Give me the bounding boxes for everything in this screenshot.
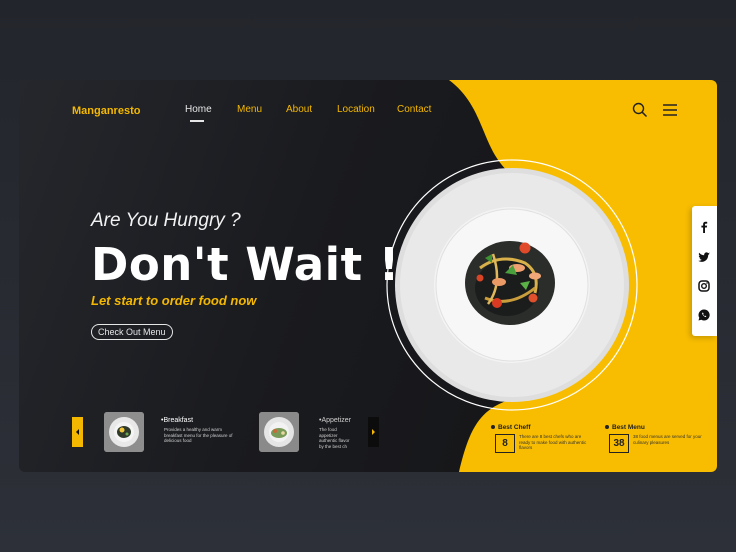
hero-eyebrow: Are You Hungry ? bbox=[91, 210, 241, 231]
bullet-icon bbox=[491, 425, 495, 429]
dish-thumbnail bbox=[259, 412, 299, 452]
nav-location[interactable]: Location bbox=[337, 104, 375, 115]
stat-value: 8 bbox=[495, 434, 515, 453]
nav-menu[interactable]: Menu bbox=[237, 104, 262, 115]
bullet-icon bbox=[605, 425, 609, 429]
stat-value: 38 bbox=[609, 434, 629, 453]
check-out-menu-button[interactable]: Check Out Menu bbox=[91, 324, 173, 340]
stat-label: Best Cheff bbox=[498, 424, 531, 431]
social-sidebar bbox=[692, 206, 717, 336]
hero-tagline: Let start to order food now bbox=[91, 293, 257, 308]
dish-title: •Appetizer bbox=[319, 417, 352, 424]
dish-description: The food appetizer authentic flavor by t… bbox=[319, 427, 350, 449]
stat-label: Best Menu bbox=[612, 424, 645, 431]
dish-title: •Breakfast bbox=[161, 417, 194, 424]
nav-contact[interactable]: Contact bbox=[397, 104, 431, 115]
dish-description: Provides a healthy and warm breakfast me… bbox=[164, 427, 233, 443]
instagram-icon[interactable] bbox=[697, 279, 711, 293]
search-icon[interactable] bbox=[632, 102, 648, 118]
twitter-icon[interactable] bbox=[697, 250, 711, 264]
stat-description: There are 8 best chefs who are ready to … bbox=[519, 434, 587, 450]
carousel-next-button[interactable] bbox=[368, 417, 379, 447]
nav-home[interactable]: Home bbox=[185, 104, 212, 115]
hero-headline: Don't Wait ! bbox=[91, 238, 400, 291]
stat-description: 38 food menus are served for your culina… bbox=[633, 434, 702, 445]
hero-plate-image bbox=[386, 159, 638, 411]
whatsapp-icon[interactable] bbox=[697, 308, 711, 322]
hamburger-menu-icon[interactable] bbox=[662, 102, 678, 118]
dish-card-appetizer[interactable]: •Appetizer The food appetizer authentic … bbox=[259, 412, 359, 454]
carousel-prev-button[interactable] bbox=[72, 417, 83, 447]
facebook-icon[interactable] bbox=[697, 220, 711, 234]
nav-active-indicator bbox=[190, 120, 204, 122]
nav-about[interactable]: About bbox=[286, 104, 312, 115]
brand-logo[interactable]: Manganresto bbox=[72, 105, 140, 117]
landing-card: Manganresto Home Menu About Location Con… bbox=[19, 80, 717, 472]
dish-thumbnail bbox=[104, 412, 144, 452]
